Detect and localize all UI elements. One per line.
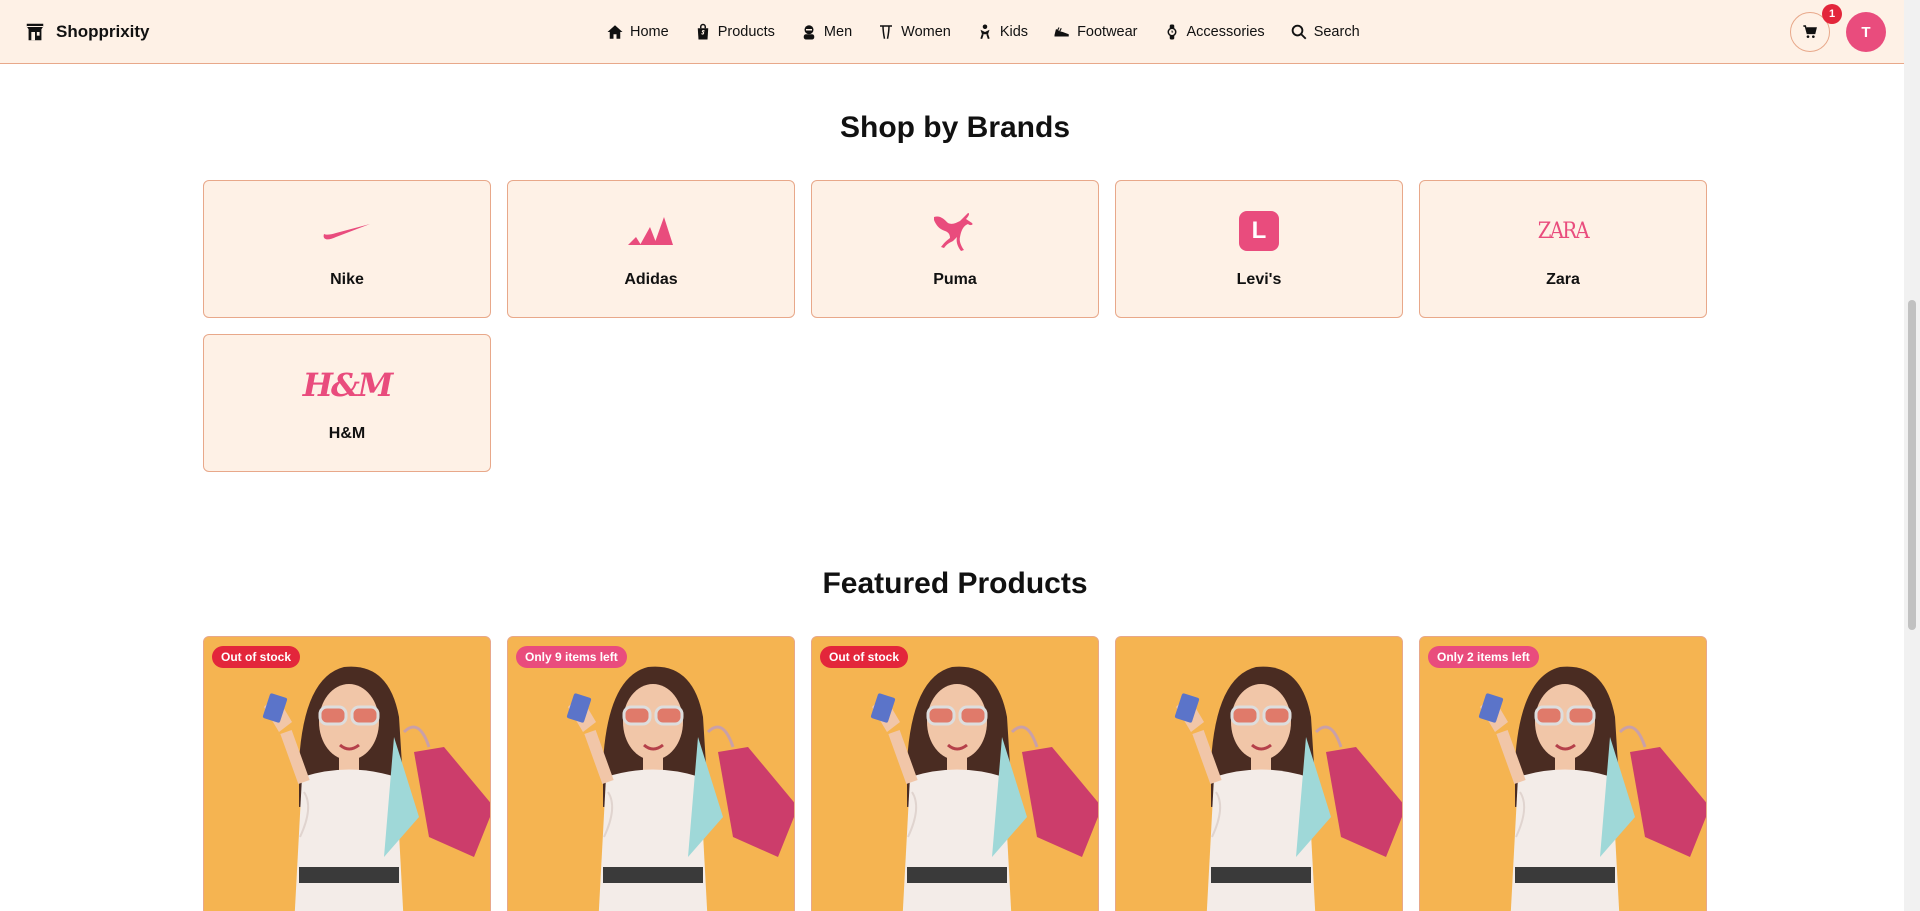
adidas-stripes-icon: [628, 217, 673, 245]
product-model-image: [1116, 637, 1402, 911]
nav-accessories-label: Accessories: [1186, 24, 1265, 40]
shoe-icon: [1054, 27, 1069, 37]
product-model-image: [1420, 637, 1706, 911]
hm-logo: H&M: [302, 363, 394, 407]
nav-kids-label: Kids: [999, 24, 1029, 40]
home-icon: [607, 25, 623, 39]
stock-status-badge: Only 9 items left: [516, 646, 627, 668]
nav-kids[interactable]: Kids: [976, 23, 1028, 41]
product-card[interactable]: Out of stock: [203, 636, 491, 911]
page-scrollbar-thumb[interactable]: [1908, 300, 1916, 630]
hm-logo-text: H&M: [302, 366, 394, 404]
brand-card-zara[interactable]: ZARA Zara: [1419, 180, 1707, 318]
shopping-bag-icon: [697, 23, 708, 40]
zara-logo-text: ZARA: [1537, 218, 1590, 244]
cart-icon: [1803, 25, 1817, 38]
brand-name-nike: Nike: [330, 271, 364, 288]
adidas-logo: [626, 209, 676, 253]
nav-footwear[interactable]: Footwear: [1053, 23, 1138, 41]
levis-logo: L: [1239, 209, 1279, 253]
nav-accessories[interactable]: Accessories: [1163, 23, 1265, 41]
brand-card-hm[interactable]: H&M H&M: [203, 334, 491, 472]
search-icon: [1291, 24, 1307, 40]
nike-logo: [322, 209, 372, 253]
brand-name-zara: Zara: [1546, 271, 1580, 288]
nav-search[interactable]: Search: [1290, 23, 1360, 41]
nav-search-label: Search: [1313, 24, 1360, 40]
nav-women[interactable]: Women: [877, 23, 951, 41]
women-icon: [880, 25, 893, 39]
brand-card-puma[interactable]: Puma: [811, 180, 1099, 318]
kids-icon: [980, 24, 990, 40]
stock-status-badge: Out of stock: [212, 646, 301, 668]
main-nav: Home Products Men Women Kids Footwear Ac…: [606, 0, 1360, 64]
store-icon: [26, 23, 44, 41]
nav-products-label: Products: [717, 24, 775, 40]
nav-footwear-label: Footwear: [1077, 24, 1138, 40]
product-model-image: [508, 637, 794, 911]
product-card[interactable]: Only 2 items left: [1419, 636, 1707, 911]
brand-card-nike[interactable]: Nike: [203, 180, 491, 318]
brand-name-levis: Levi's: [1236, 271, 1282, 288]
cart-count-badge: 1: [1822, 4, 1842, 24]
nike-swoosh-icon: [323, 224, 370, 240]
men-icon: [803, 25, 815, 40]
brand-logo-link[interactable]: Shopprixity: [24, 0, 150, 64]
product-card[interactable]: Only 9 items left: [507, 636, 795, 911]
puma-logo: [930, 209, 980, 253]
nav-women-label: Women: [901, 24, 951, 40]
product-model-image: [204, 637, 490, 911]
nav-men-label: Men: [823, 24, 853, 40]
nav-men[interactable]: Men: [800, 23, 852, 41]
product-model-image: [812, 637, 1098, 911]
brand-card-adidas[interactable]: Adidas: [507, 180, 795, 318]
stock-status-badge: Out of stock: [820, 646, 909, 668]
product-card[interactable]: [1115, 636, 1403, 911]
levis-logo-mark: L: [1239, 211, 1279, 251]
user-avatar[interactable]: T: [1846, 12, 1886, 52]
brand-card-levis[interactable]: L Levi's: [1115, 180, 1403, 318]
brand-name-adidas: Adidas: [624, 271, 678, 288]
nav-home-label: Home: [630, 24, 669, 40]
brands-section-title: Shop by Brands: [839, 111, 1071, 144]
zara-logo: ZARA: [1535, 209, 1591, 253]
watch-icon: [1167, 24, 1177, 40]
top-navbar: Shopprixity Home Products Men Women Kids…: [0, 0, 1904, 64]
product-card[interactable]: Out of stock: [811, 636, 1099, 911]
nav-home[interactable]: Home: [606, 23, 669, 41]
brand-name-puma: Puma: [933, 271, 977, 288]
brand-name-hm: H&M: [328, 425, 366, 442]
puma-cat-icon: [934, 213, 973, 251]
stock-status-badge: Only 2 items left: [1428, 646, 1539, 668]
featured-section-title: Featured Products: [822, 567, 1088, 600]
brand-name: Shopprixity: [56, 22, 150, 41]
nav-products[interactable]: Products: [694, 23, 775, 41]
